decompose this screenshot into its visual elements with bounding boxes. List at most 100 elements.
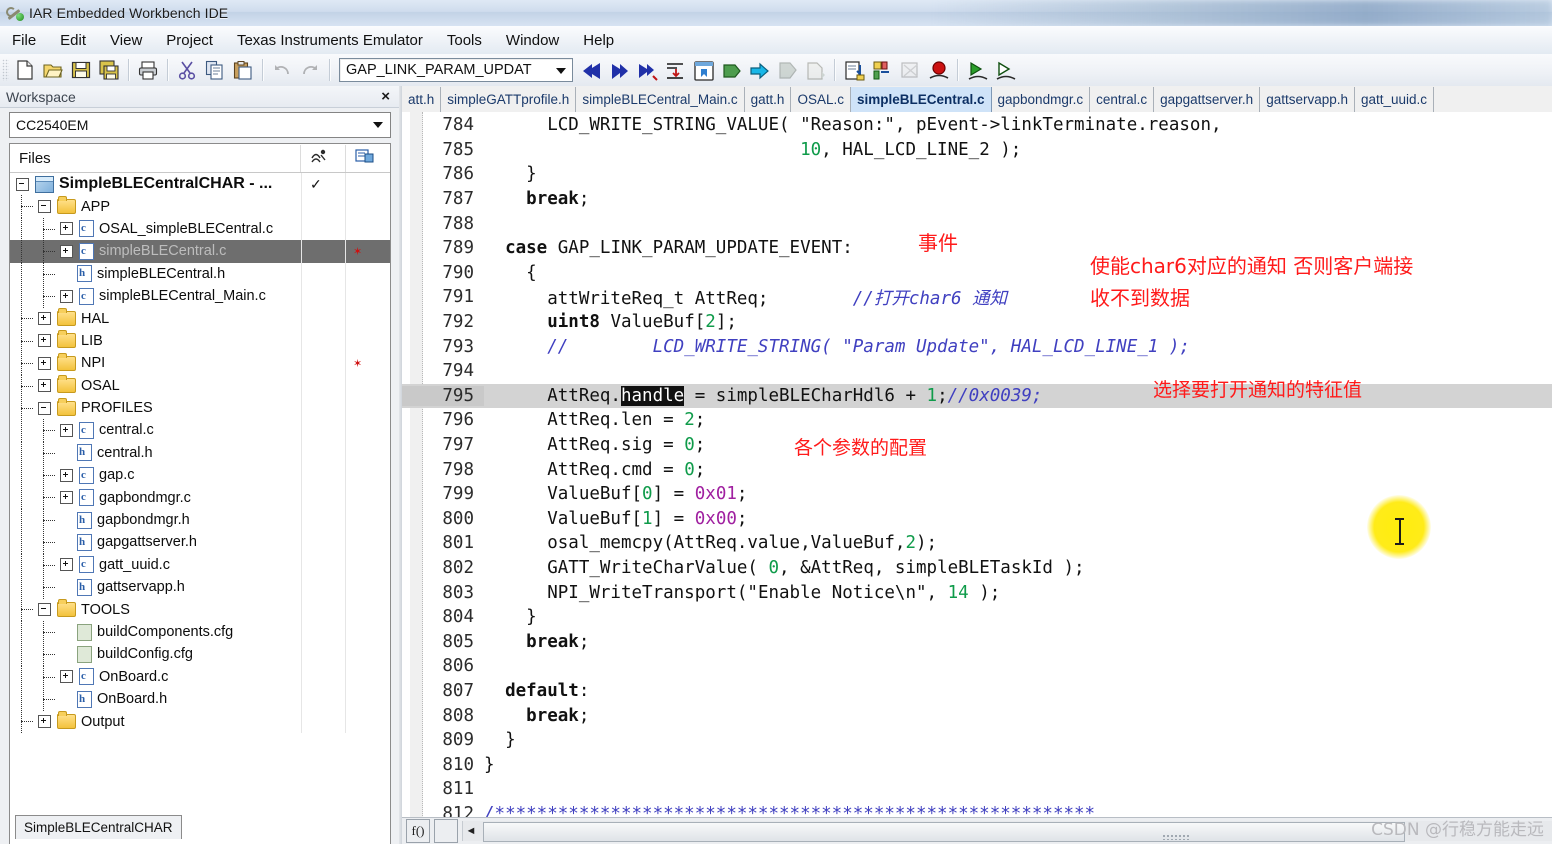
editor-tab-simpleblecentral-c[interactable]: simpleBLECentral.c xyxy=(851,87,992,112)
tree-item-gatt-uuid-c[interactable]: cgatt_uuid.c xyxy=(10,554,390,576)
code-line-807[interactable]: 807 default: xyxy=(402,679,1552,704)
tree-item-tools[interactable]: TOOLS xyxy=(10,598,390,620)
stop-debug-icon[interactable] xyxy=(897,57,923,83)
code-line-810[interactable]: 810} xyxy=(402,753,1552,778)
code-line-795[interactable]: 795 AttReq.handle = simpleBLECharHdl6 + … xyxy=(402,384,1552,409)
paste-icon[interactable] xyxy=(230,57,256,83)
code-line-793[interactable]: 793 // LCD_WRITE_STRING( "Param Update",… xyxy=(402,334,1552,359)
tree-item-gap-c[interactable]: cgap.c xyxy=(10,464,390,486)
editor-tab-central-c[interactable]: central.c xyxy=(1090,87,1154,112)
tree-item-simpleblecentral-c[interactable]: csimpleBLECentral.c✶ xyxy=(10,240,390,262)
expand-icon[interactable] xyxy=(38,312,51,325)
goto-line-icon[interactable] xyxy=(662,57,688,83)
code-line-809[interactable]: 809 } xyxy=(402,728,1552,753)
collapse-icon[interactable] xyxy=(16,178,29,191)
collapse-icon[interactable] xyxy=(38,603,51,616)
menu-tools[interactable]: Tools xyxy=(436,30,493,51)
tree-item-hal[interactable]: HAL xyxy=(10,307,390,329)
download-and-debug-icon[interactable] xyxy=(964,57,990,83)
undo-icon[interactable] xyxy=(269,57,295,83)
stop-build-icon[interactable] xyxy=(774,57,800,83)
menu-view[interactable]: View xyxy=(99,30,153,51)
tree-item-gapbondmgr-h[interactable]: hgapbondmgr.h xyxy=(10,509,390,531)
find-next-icon[interactable] xyxy=(606,57,632,83)
editor-tab-simpleblecentral-main-c[interactable]: simpleBLECentral_Main.c xyxy=(576,87,744,112)
code-line-785[interactable]: 785 10, HAL_LCD_LINE_2 ); xyxy=(402,138,1552,163)
editor-tab-simplegattprofile-h[interactable]: simpleGATTprofile.h xyxy=(441,87,576,112)
build-flag-column-header[interactable] xyxy=(345,145,390,172)
debug-without-downloading-icon[interactable] xyxy=(992,57,1018,83)
toggle-bookmark-icon[interactable] xyxy=(690,57,716,83)
code-line-802[interactable]: 802 GATT_WriteCharValue( 0, &AttReq, sim… xyxy=(402,556,1552,581)
print-icon[interactable] xyxy=(135,57,161,83)
tree-item-profiles[interactable]: PROFILES xyxy=(10,397,390,419)
navigate-backward-icon[interactable] xyxy=(841,57,867,83)
scroll-track[interactable]: ◄ xyxy=(462,821,1552,841)
scroll-thumb[interactable] xyxy=(483,822,1405,842)
tree-item-central-h[interactable]: hcentral.h xyxy=(10,442,390,464)
code-line-803[interactable]: 803 NPI_WriteTransport("Enable Notice\n"… xyxy=(402,580,1552,605)
editor-tab-gapbondmgr-c[interactable]: gapbondmgr.c xyxy=(992,87,1091,112)
workspace-tab[interactable]: SimpleBLECentralCHAR xyxy=(15,815,182,839)
code-line-800[interactable]: 800 ValueBuf[1] = 0x00; xyxy=(402,507,1552,532)
tree-item-simpleblecentralchar[interactable]: SimpleBLECentralCHAR - ...✓ xyxy=(10,173,390,195)
expand-icon[interactable] xyxy=(38,357,51,370)
code-line-801[interactable]: 801 osal_memcpy(AttReq.value,ValueBuf,2)… xyxy=(402,531,1552,556)
expand-icon[interactable] xyxy=(60,424,73,437)
code-line-798[interactable]: 798 AttReq.cmd = 0; xyxy=(402,457,1552,482)
toggle-breakpoint-icon[interactable] xyxy=(925,57,951,83)
horizontal-scrollbar[interactable]: f() ◄ xyxy=(402,817,1552,844)
toolbar-grip[interactable] xyxy=(2,59,9,81)
tree-item-gapgattserver-h[interactable]: hgapgattserver.h xyxy=(10,531,390,553)
tree-item-osal[interactable]: OSAL xyxy=(10,375,390,397)
tree-item-osal-simpleblecentral-c[interactable]: cOSAL_simpleBLECentral.c xyxy=(10,218,390,240)
code-line-811[interactable]: 811 xyxy=(402,777,1552,802)
scroll-left-arrow-icon[interactable]: ◄ xyxy=(463,823,479,839)
save-all-icon[interactable] xyxy=(96,57,122,83)
code-line-808[interactable]: 808 break; xyxy=(402,703,1552,728)
resize-grip-icon[interactable] xyxy=(1162,834,1190,840)
tree-item-app[interactable]: APP xyxy=(10,195,390,217)
expand-icon[interactable] xyxy=(60,558,73,571)
chevron-down-icon[interactable] xyxy=(556,68,566,74)
editor-tab-att-h[interactable]: att.h xyxy=(402,87,441,112)
menu-file[interactable]: File xyxy=(1,30,47,51)
code-line-797[interactable]: 797 AttReq.sig = 0; xyxy=(402,433,1552,458)
expand-icon[interactable] xyxy=(38,715,51,728)
toggle-panel-button[interactable] xyxy=(434,819,458,843)
expand-icon[interactable] xyxy=(60,222,73,235)
code-line-791[interactable]: 791 attWriteReq_t AttReq; //打开char6 通知 xyxy=(402,285,1552,310)
save-icon[interactable] xyxy=(68,57,94,83)
tree-item-central-c[interactable]: ccentral.c xyxy=(10,419,390,441)
debug-without-download-icon[interactable] xyxy=(802,57,828,83)
expand-icon[interactable] xyxy=(60,290,73,303)
code-line-792[interactable]: 792 uint8 ValueBuf[2]; xyxy=(402,310,1552,335)
expand-icon[interactable] xyxy=(60,245,73,258)
tree-item-onboard-c[interactable]: cOnBoard.c xyxy=(10,666,390,688)
build-configuration-select[interactable]: CC2540EM xyxy=(9,112,391,138)
tree-item-onboard-h[interactable]: hOnBoard.h xyxy=(10,688,390,710)
tree-item-simpleblecentral-h[interactable]: hsimpleBLECentral.h xyxy=(10,263,390,285)
code-line-812[interactable]: 812/************************************… xyxy=(402,802,1552,818)
copy-icon[interactable] xyxy=(202,57,228,83)
find-in-files-icon[interactable] xyxy=(634,57,660,83)
editor-tab-gapgattserver-h[interactable]: gapgattserver.h xyxy=(1154,87,1260,112)
code-line-796[interactable]: 796 AttReq.len = 2; xyxy=(402,408,1552,433)
code-line-794[interactable]: 794 xyxy=(402,359,1552,384)
expand-icon[interactable] xyxy=(60,469,73,482)
tree-item-npi[interactable]: NPI✶ xyxy=(10,352,390,374)
cut-icon[interactable] xyxy=(174,57,200,83)
tree-item-simpleblecentral-main-c[interactable]: csimpleBLECentral_Main.c xyxy=(10,285,390,307)
make-icon[interactable] xyxy=(746,57,772,83)
menu-project[interactable]: Project xyxy=(155,30,224,51)
collapse-icon[interactable] xyxy=(38,402,51,415)
close-icon[interactable]: × xyxy=(381,88,399,105)
collapse-icon[interactable] xyxy=(38,200,51,213)
tree-item-buildcomponents-cfg[interactable]: buildComponents.cfg xyxy=(10,621,390,643)
find-previous-icon[interactable] xyxy=(578,57,604,83)
compile-icon[interactable] xyxy=(718,57,744,83)
editor-tab-gatt-uuid-c[interactable]: gatt_uuid.c xyxy=(1355,87,1434,112)
code-line-806[interactable]: 806 xyxy=(402,654,1552,679)
editor-tab-gatt-h[interactable]: gatt.h xyxy=(745,87,792,112)
tree-item-buildconfig-cfg[interactable]: buildConfig.cfg xyxy=(10,643,390,665)
